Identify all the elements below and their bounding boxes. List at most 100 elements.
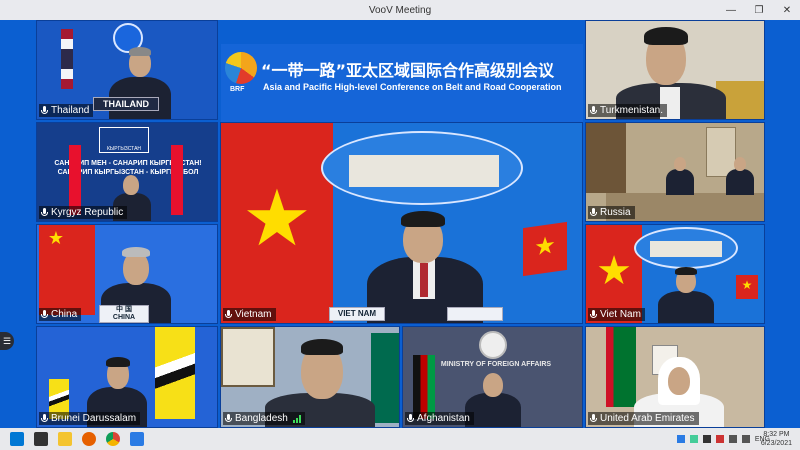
video-tile-china[interactable]: ★ 中 国 CHINA China [36,224,218,324]
person-head [483,373,503,397]
tile-label: Viet Nam [588,308,645,321]
screen: VooV Meeting — ❐ ✕ THAILAND Thailand BRF… [0,0,800,450]
video-tile-brunei[interactable]: Brunei Darussalam [36,326,218,428]
meeting-stage: THAILAND Thailand BRF “一带一路”亚太区域国际合作高级别会… [0,20,800,428]
chrome-icon[interactable] [106,432,120,446]
microphone-icon [41,208,48,217]
clock-time: 8:32 PM [763,431,790,438]
flag-brunei [155,327,195,419]
star-icon: ★ [741,278,753,292]
video-tile-russia[interactable]: Russia [585,122,765,222]
banner-title-en: Asia and Pacific High-level Conference o… [263,82,562,92]
video-tile-turkmenistan[interactable]: Turkmenistan. [585,20,765,120]
video-tile-bangladesh[interactable]: Bangladesh [220,326,400,428]
search-icon[interactable] [34,432,48,446]
brf-logo-text: BRF [230,86,245,93]
person-suit-2 [726,169,754,195]
video-tile-thailand[interactable]: THAILAND Thailand [36,20,218,120]
tile-label-text: Kyrgyz Republic [51,207,124,218]
flag-kyrgyz-right [171,145,183,215]
file-explorer-icon[interactable] [58,432,72,446]
person-hair [401,211,445,227]
flag-afghanistan [413,355,435,419]
tile-label: United Arab Emirates [588,412,699,425]
nameplate: 中 国 CHINA [99,305,149,323]
microphone-icon [41,310,48,319]
tray-app-icon[interactable] [702,435,711,443]
tile-label-text: China [51,309,78,320]
person-head [123,175,139,195]
tile-label-text: Russia [600,207,631,218]
person-head [674,157,686,171]
tray-app-icon[interactable] [715,435,724,443]
tile-label: Afghanistan [405,412,474,425]
person-head [668,367,690,395]
tile-label-text: Thailand [51,105,90,116]
tile-label: Bangladesh [223,412,305,425]
backdrop-text: MINISTRY OF FOREIGN AFFAIRS [440,361,552,368]
volume-icon[interactable] [741,435,750,443]
tray-app-icon[interactable] [689,435,698,443]
emblem-icon [479,331,507,359]
window-controls: — ❐ ✕ [724,0,794,20]
window-titlebar: VooV Meeting — ❐ ✕ [0,0,800,20]
window-title: VooV Meeting [368,4,432,16]
tray-app-icon[interactable] [676,435,685,443]
taskbar-clock[interactable]: 8:32 PM 6/23/2021 [761,430,792,448]
flag-uae [606,327,636,407]
flag-china: ★ [39,225,95,315]
backdrop-emblem: КЫРГЫЗСТАН [99,127,149,153]
firefox-icon[interactable] [82,432,96,446]
close-icon[interactable]: ✕ [780,5,794,16]
taskbar: ENG 8:32 PM 6/23/2021 [0,428,800,450]
ministry-emblem [634,227,738,269]
video-tile-afghanistan[interactable]: MINISTRY OF FOREIGN AFFAIRS Afghanistan [402,326,583,428]
flag-thailand [61,29,73,89]
microphone-icon [590,310,597,319]
tile-label-text: Bangladesh [235,413,288,424]
video-tile-vietnam-2[interactable]: ★ ★ Viet Nam [585,224,765,324]
video-tile-kyrgyz[interactable]: КЫРГЫЗСТАН САНАРИП МЕН - САНАРИП КЫРГЫЗС… [36,122,218,222]
restore-icon[interactable]: ❐ [752,5,766,16]
minimize-icon[interactable]: — [724,5,738,16]
clock-date: 6/23/2021 [760,440,792,447]
person-hair [106,357,130,367]
tile-label-text: Vietnam [235,309,272,320]
building-icon [349,155,499,187]
brf-logo-icon [225,52,257,84]
person-tie [420,263,428,297]
video-tile-uae[interactable]: United Arab Emirates [585,326,765,428]
portrait-frame [221,327,275,387]
person-hair [675,267,697,275]
flag-bangladesh [371,333,399,423]
tile-label-text: United Arab Emirates [600,413,695,424]
windows-start-icon[interactable] [10,432,24,446]
nameplate: VIET NAM [329,307,385,321]
tile-label: Vietnam [223,308,276,321]
person-hair [122,247,150,257]
system-tray: ENG [676,428,770,450]
video-tile-vietnam-main[interactable]: ★ ★ VIET NAM Vietnam [220,122,583,324]
tile-label-text: Brunei Darussalam [51,413,137,424]
star-icon: ★ [47,228,65,248]
building-icon [650,241,722,257]
person-suit [658,291,714,323]
flag-kyrgyz-left [69,145,81,215]
flag-vietnam: ★ [221,123,333,323]
person-suit [666,169,694,195]
tile-label-text: Viet Nam [600,309,641,320]
network-icon[interactable] [728,435,737,443]
microphone-icon [41,414,48,423]
microphone-icon [225,414,232,423]
person-hair [644,27,688,45]
voov-meeting-icon[interactable] [130,432,144,446]
tile-label: Thailand [39,104,94,117]
tile-label-text: Turkmenistan. [600,105,663,116]
tile-label: Turkmenistan. [588,104,667,117]
tile-label: Kyrgyz Republic [39,206,128,219]
ministry-emblem [321,131,523,205]
tile-label: Russia [588,206,635,219]
flag-vietnam-small: ★ [523,221,567,277]
microphone-icon [590,414,597,423]
person-hair [301,339,343,355]
